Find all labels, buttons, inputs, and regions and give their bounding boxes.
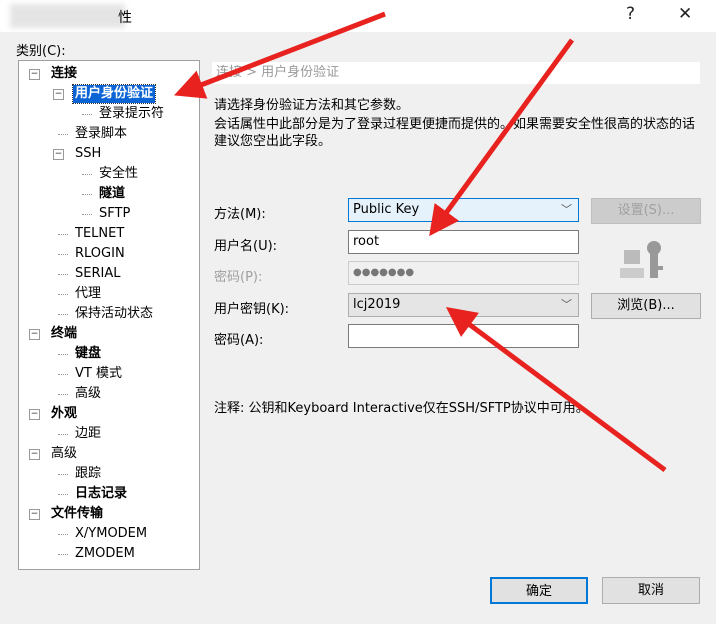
title-bar: 性 ? ✕	[0, 0, 716, 32]
user-key-icon	[620, 241, 663, 278]
tree-connector	[82, 174, 92, 175]
tree-connector	[58, 474, 68, 475]
window-title: 性	[118, 10, 132, 26]
collapse-icon[interactable]: −	[29, 69, 40, 80]
tree-item[interactable]: 隧道	[97, 185, 127, 203]
tree-connector	[58, 434, 68, 435]
method-select[interactable]: Public Key ﹀	[348, 198, 579, 222]
chevron-down-icon: ﹀	[561, 203, 572, 216]
breadcrumb: 连接 > 用户身份验证	[212, 62, 700, 84]
tree-item[interactable]: 高级	[73, 385, 103, 403]
tree-item[interactable]: X/YMODEM	[73, 525, 149, 543]
note-text: 注释: 公钥和Keyboard Interactive仅在SSH/SFTP协议中…	[214, 401, 589, 416]
tree-connector	[82, 214, 92, 215]
ok-button[interactable]: 确定	[490, 577, 588, 604]
tree-item[interactable]: 代理	[73, 285, 103, 303]
intro-text: 请选择身份验证方法和其它参数。	[214, 98, 410, 113]
tree-connector	[58, 314, 68, 315]
category-tree[interactable]: 连接 − 用户身份验证 − 登录提示符 登录脚本 SSH − 安全性 隧道 SFTP TELNET RL…	[18, 60, 200, 570]
close-button[interactable]: ✕	[678, 4, 692, 24]
method-value: Public Key	[353, 202, 420, 217]
category-label: 类别(C):	[16, 44, 66, 59]
tree-item[interactable]: RLOGIN	[73, 245, 127, 263]
tree-item[interactable]: 高级	[49, 445, 79, 463]
tree-item[interactable]: 外观	[49, 405, 79, 423]
tree-item[interactable]: SERIAL	[73, 265, 122, 283]
tree-connector	[58, 554, 68, 555]
tree-item[interactable]: 跟踪	[73, 465, 103, 483]
userkey-select[interactable]: lcj2019 ﹀	[348, 293, 579, 317]
collapse-icon[interactable]: −	[29, 409, 40, 420]
chevron-down-icon: ﹀	[561, 298, 572, 311]
tree-item[interactable]: 保持活动状态	[73, 305, 155, 323]
collapse-icon[interactable]: −	[53, 89, 64, 100]
tree-connector	[58, 234, 68, 235]
tree-item[interactable]: VT 模式	[73, 365, 124, 383]
passphrase-input[interactable]	[348, 324, 579, 348]
username-label: 用户名(U):	[214, 239, 278, 254]
collapse-icon[interactable]: −	[53, 149, 64, 160]
tree-item[interactable]: 文件传输	[49, 505, 105, 523]
username-input[interactable]: root	[348, 230, 579, 254]
method-label: 方法(M):	[214, 207, 266, 222]
tree-item[interactable]: 连接	[49, 65, 79, 83]
tree-connector	[58, 294, 68, 295]
tree-item[interactable]: SFTP	[97, 205, 132, 223]
tree-item[interactable]: ZMODEM	[73, 545, 137, 563]
tree-connector	[58, 534, 68, 535]
tree-item[interactable]: TELNET	[73, 225, 126, 243]
userkey-value: lcj2019	[353, 297, 401, 312]
tree-item[interactable]: SSH	[73, 145, 103, 163]
tree-item[interactable]: 边距	[73, 425, 103, 443]
tree-connector	[82, 194, 92, 195]
tree-connector	[58, 394, 68, 395]
tree-item[interactable]: 日志记录	[73, 485, 129, 503]
tree-item[interactable]: 终端	[49, 325, 79, 343]
tree-connector	[58, 134, 68, 135]
tree-connector	[58, 374, 68, 375]
blurred-title	[10, 4, 125, 28]
browse-button[interactable]: 浏览(B)...	[591, 293, 701, 319]
tree-connector	[58, 354, 68, 355]
collapse-icon[interactable]: −	[29, 509, 40, 520]
tree-connector	[58, 274, 68, 275]
password-label: 密码(P):	[214, 270, 263, 285]
tree-item[interactable]: 键盘	[73, 345, 103, 363]
tree-item[interactable]: 登录提示符	[97, 105, 166, 123]
tree-item[interactable]: 用户身份验证	[71, 84, 157, 104]
password-input[interactable]: ●●●●●●●	[348, 261, 579, 285]
collapse-icon[interactable]: −	[29, 329, 40, 340]
tree-connector	[82, 114, 92, 115]
description-text: 会话属性中此部分是为了登录过程更便捷而提供的。如果需要安全性很高的状态的话建议您…	[214, 117, 696, 149]
collapse-icon[interactable]: −	[29, 449, 40, 460]
passphrase-label: 密码(A):	[214, 333, 264, 348]
tree-connector	[58, 494, 68, 495]
userkey-label: 用户密钥(K):	[214, 302, 290, 317]
tree-item[interactable]: 安全性	[97, 165, 140, 183]
tree-item[interactable]: 登录脚本	[73, 125, 129, 143]
tree-connector	[58, 254, 68, 255]
help-button[interactable]: ?	[626, 4, 635, 24]
settings-button[interactable]: 设置(S)...	[591, 198, 701, 224]
cancel-button[interactable]: 取消	[602, 577, 700, 604]
